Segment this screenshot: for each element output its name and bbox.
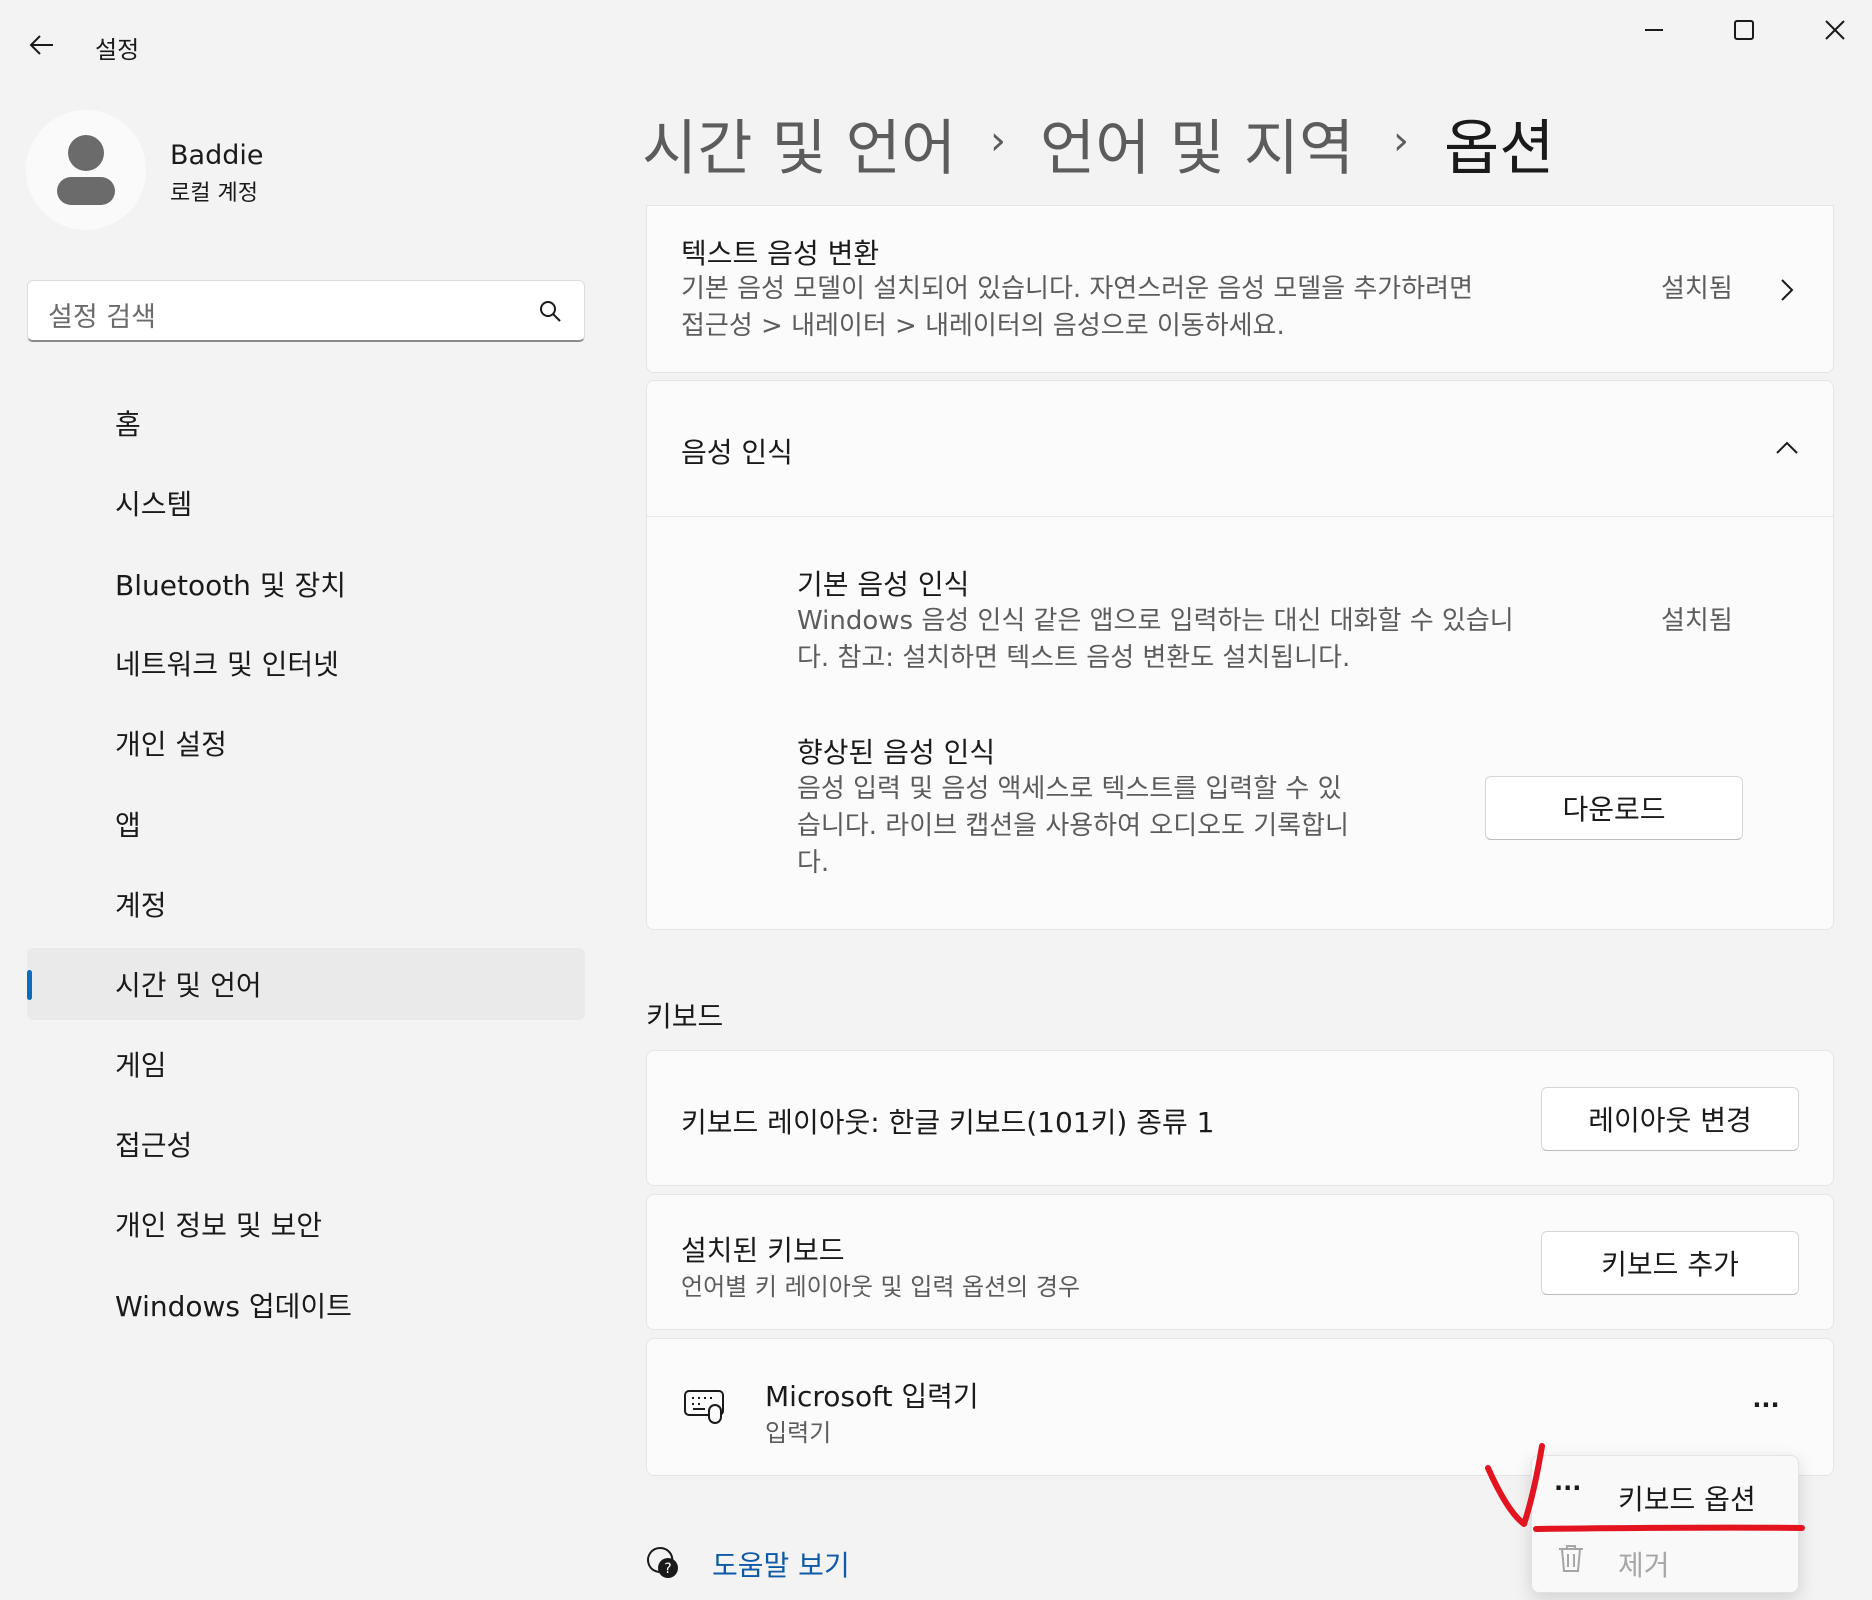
nav-item-accessibility[interactable]: 접근성 bbox=[27, 1108, 585, 1180]
tts-card[interactable]: 텍스트 음성 변환 기본 음성 모델이 설치되어 있습니다. 자연스러운 음성 … bbox=[646, 205, 1834, 373]
search-placeholder: 설정 검색 bbox=[48, 302, 156, 333]
nav-label: Windows 업데이트 bbox=[115, 1290, 352, 1323]
nav-label: 계정 bbox=[115, 889, 167, 922]
back-button[interactable] bbox=[22, 28, 62, 62]
maximize-icon bbox=[1734, 20, 1754, 40]
chevron-up-icon bbox=[1776, 441, 1798, 454]
nav-item-accounts[interactable]: 계정 bbox=[27, 868, 585, 940]
breadcrumb-separator: › bbox=[990, 118, 1006, 164]
basic-speech-desc-line2: 다. 참고: 설치하면 텍스트 음성 변환도 설치됩니다. bbox=[797, 643, 1351, 673]
basic-speech-title: 기본 음성 인식 bbox=[797, 568, 970, 601]
installed-keyboards-card: 설치된 키보드 언어별 키 레이아웃 및 입력 옵션의 경우 키보드 추가 bbox=[646, 1194, 1834, 1330]
breadcrumb-time-language[interactable]: 시간 및 언어 bbox=[642, 100, 956, 187]
nav-selected-indicator bbox=[27, 970, 32, 1000]
more-options-button[interactable]: ··· bbox=[1741, 1385, 1791, 1425]
svg-text:?: ? bbox=[664, 1561, 671, 1577]
nav-item-gaming[interactable]: 게임 bbox=[27, 1028, 585, 1100]
nav-label: 접근성 bbox=[115, 1129, 193, 1162]
tts-desc: 기본 음성 모델이 설치되어 있습니다. 자연스러운 음성 모델을 추가하려면 … bbox=[681, 271, 1473, 345]
change-layout-button[interactable]: 레이아웃 변경 bbox=[1541, 1087, 1799, 1151]
nav-item-time-language[interactable]: 시간 및 언어 bbox=[27, 948, 585, 1020]
person-icon bbox=[57, 135, 115, 205]
user-name: Baddie bbox=[170, 140, 264, 171]
keyboard-layout-text: 키보드 레이아웃: 한글 키보드(101키) 종류 1 bbox=[681, 1106, 1215, 1139]
nav-label: Bluetooth 및 장치 bbox=[115, 569, 347, 602]
installed-keyboards-title: 설치된 키보드 bbox=[681, 1234, 845, 1267]
nav-label: 개인 설정 bbox=[115, 728, 227, 761]
nav-item-network[interactable]: 네트워크 및 인터넷 bbox=[27, 627, 585, 699]
nav-label: 네트워크 및 인터넷 bbox=[115, 648, 339, 681]
back-arrow-icon bbox=[29, 35, 53, 55]
enhanced-speech-desc-line3: 다. bbox=[797, 848, 830, 878]
window-title: 설정 bbox=[95, 36, 140, 64]
basic-speech-desc: Windows 음성 인식 같은 앱으로 입력하는 대신 대화할 수 있습니 다… bbox=[797, 603, 1514, 677]
chevron-right-icon bbox=[1781, 279, 1794, 301]
breadcrumb-language-region[interactable]: 언어 및 지역 bbox=[1040, 100, 1354, 187]
close-button[interactable] bbox=[1803, 10, 1867, 50]
search-icon[interactable] bbox=[538, 299, 562, 323]
basic-speech-desc-line1: Windows 음성 인식 같은 앱으로 입력하는 대신 대화할 수 있습니 bbox=[797, 606, 1514, 636]
ime-sub: 입력기 bbox=[765, 1419, 832, 1447]
speech-header[interactable]: 음성 인식 bbox=[647, 381, 1833, 517]
menu-item-label: 키보드 옵션 bbox=[1618, 1483, 1756, 1516]
avatar[interactable] bbox=[26, 110, 146, 230]
nav-item-apps[interactable]: 앱 bbox=[27, 788, 585, 860]
enhanced-speech-desc-line2: 습니다. 라이브 캡션을 사용하여 오디오도 기록합니 bbox=[797, 811, 1349, 841]
help-link[interactable]: 도움말 보기 bbox=[712, 1544, 850, 1584]
download-button[interactable]: 다운로드 bbox=[1485, 776, 1743, 840]
nav-label: 개인 정보 및 보안 bbox=[115, 1209, 323, 1242]
breadcrumb-separator: › bbox=[1393, 118, 1409, 164]
nav-label: 시간 및 언어 bbox=[115, 969, 262, 1002]
minimize-icon bbox=[1645, 29, 1663, 31]
page-title: 옵션 bbox=[1444, 114, 1555, 184]
nav-item-privacy[interactable]: 개인 정보 및 보안 bbox=[27, 1188, 585, 1260]
nav-item-personalization[interactable]: 개인 설정 bbox=[27, 707, 585, 779]
enhanced-speech-desc: 음성 입력 및 음성 액세스로 텍스트를 입력할 수 있 습니다. 라이브 캡션… bbox=[797, 771, 1349, 882]
minimize-button[interactable] bbox=[1622, 10, 1686, 50]
add-keyboard-button[interactable]: 키보드 추가 bbox=[1541, 1231, 1799, 1295]
nav-label: 앱 bbox=[115, 809, 141, 842]
nav-item-system[interactable]: 시스템 bbox=[27, 467, 585, 539]
speech-title: 음성 인식 bbox=[681, 436, 793, 469]
enhanced-speech-desc-line1: 음성 입력 및 음성 액세스로 텍스트를 입력할 수 있 bbox=[797, 774, 1342, 804]
nav-label: 홈 bbox=[115, 408, 141, 441]
tts-title: 텍스트 음성 변환 bbox=[681, 237, 880, 270]
speech-card: 음성 인식 기본 음성 인식 Windows 음성 인식 같은 앱으로 입력하는… bbox=[646, 380, 1834, 930]
close-icon bbox=[1825, 20, 1845, 40]
keyboard-icon bbox=[684, 1390, 724, 1424]
help-icon: ? bbox=[647, 1546, 678, 1578]
tts-desc-line1: 기본 음성 모델이 설치되어 있습니다. 자연스러운 음성 모델을 추가하려면 bbox=[681, 274, 1473, 304]
keyboard-layout-card: 키보드 레이아웃: 한글 키보드(101키) 종류 1 레이아웃 변경 bbox=[646, 1050, 1834, 1186]
annotation-underline bbox=[1533, 1524, 1805, 1532]
nav-item-windows-update[interactable]: Windows 업데이트 bbox=[27, 1269, 585, 1341]
menu-item-label: 제거 bbox=[1618, 1549, 1670, 1582]
enhanced-speech-title: 향상된 음성 인식 bbox=[797, 736, 996, 769]
basic-speech-status: 설치됨 bbox=[1661, 606, 1733, 636]
trash-icon bbox=[1559, 1545, 1583, 1572]
ime-name: Microsoft 입력기 bbox=[765, 1380, 979, 1413]
search-input[interactable]: 설정 검색 bbox=[27, 280, 585, 342]
maximize-button[interactable] bbox=[1712, 10, 1776, 50]
nav-item-home[interactable]: 홈 bbox=[27, 387, 585, 459]
account-type: 로컬 계정 bbox=[170, 181, 258, 206]
keyboard-section-label: 키보드 bbox=[646, 1000, 724, 1033]
tts-desc-line2: 접근성 > 내레이터 > 내레이터의 음성으로 이동하세요. bbox=[681, 311, 1285, 341]
nav-item-bluetooth[interactable]: Bluetooth 및 장치 bbox=[27, 548, 585, 620]
nav-label: 시스템 bbox=[115, 488, 193, 521]
installed-keyboards-desc: 언어별 키 레이아웃 및 입력 옵션의 경우 bbox=[681, 1273, 1081, 1301]
tts-status: 설치됨 bbox=[1661, 274, 1733, 304]
nav-label: 게임 bbox=[115, 1049, 167, 1082]
